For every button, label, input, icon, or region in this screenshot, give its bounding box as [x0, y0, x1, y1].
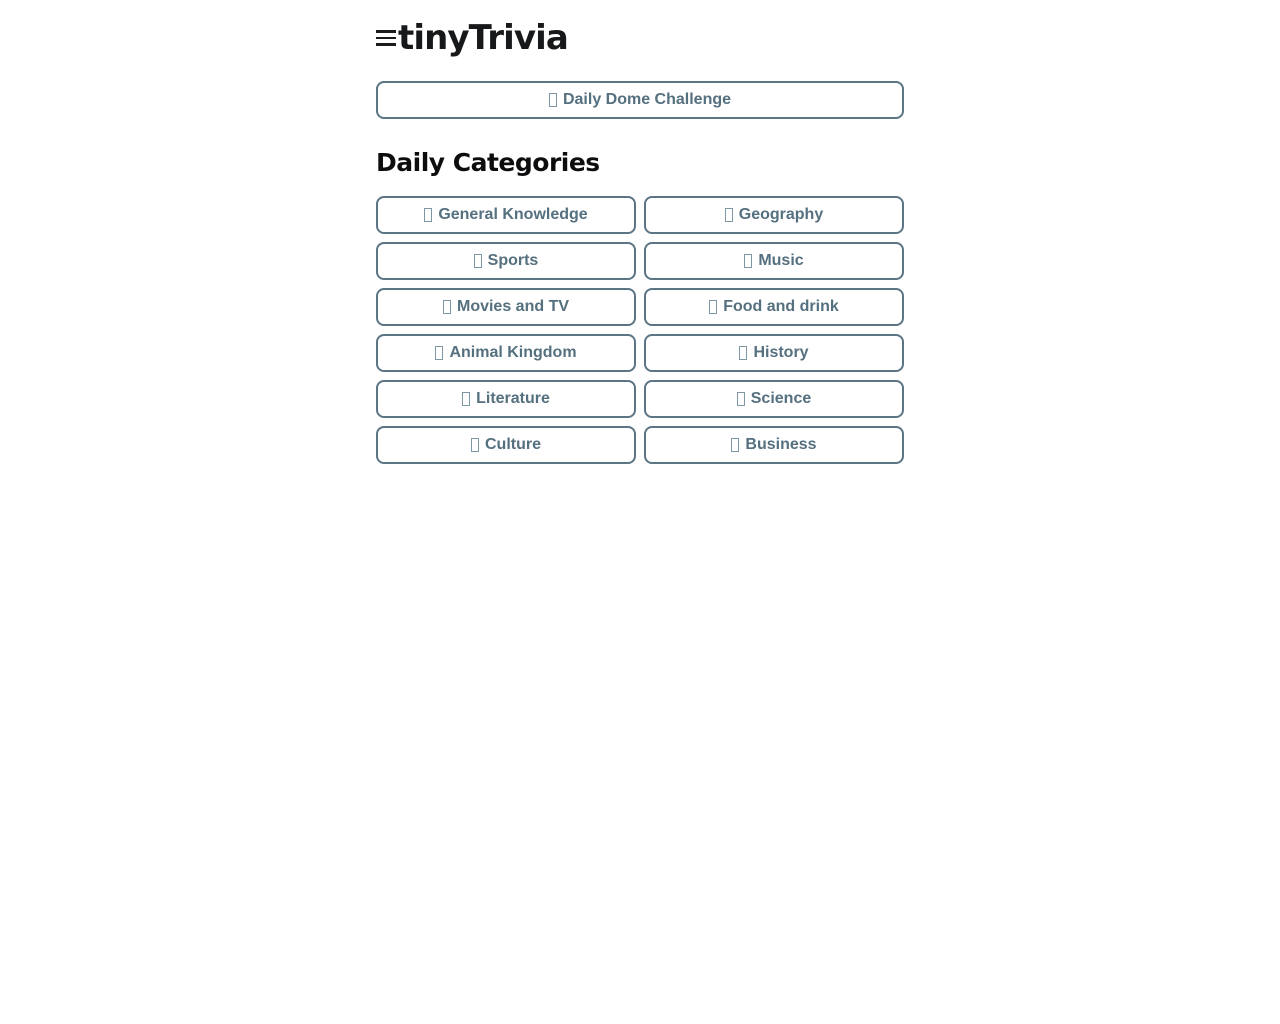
- missing-glyph-box-icon: [724, 208, 733, 222]
- missing-glyph-box-icon: [548, 93, 557, 107]
- category-label: Music: [758, 252, 804, 269]
- category-grid-cell: General Knowledge: [376, 196, 636, 234]
- category-button[interactable]: Culture: [376, 426, 636, 464]
- hamburger-bar: [376, 30, 396, 33]
- category-label: Culture: [485, 436, 541, 453]
- category-grid-cell: Sports: [376, 242, 636, 280]
- hamburger-bar: [376, 43, 396, 46]
- category-button[interactable]: Sports: [376, 242, 636, 280]
- category-button[interactable]: Movies and TV: [376, 288, 636, 326]
- page-title: Daily Categories: [376, 148, 600, 177]
- missing-glyph-box-icon: [739, 346, 748, 360]
- missing-glyph-box-icon: [473, 254, 482, 268]
- category-grid-cell: Movies and TV: [376, 288, 636, 326]
- category-button[interactable]: Science: [644, 380, 904, 418]
- brand-title: tinyTrivia: [398, 18, 569, 58]
- category-button[interactable]: Business: [644, 426, 904, 464]
- category-label: Business: [745, 436, 817, 453]
- missing-glyph-box-icon: [744, 254, 753, 268]
- category-grid-cell: Music: [644, 242, 904, 280]
- daily-dome-challenge-button[interactable]: Daily Dome Challenge: [376, 81, 904, 119]
- category-grid-cell: Literature: [376, 380, 636, 418]
- category-label: Animal Kingdom: [449, 344, 577, 361]
- category-button[interactable]: Animal Kingdom: [376, 334, 636, 372]
- category-grid-cell: Food and drink: [644, 288, 904, 326]
- content-container: tinyTrivia Daily Dome Challenge Daily Ca…: [376, 0, 904, 464]
- missing-glyph-box-icon: [731, 438, 740, 452]
- page-root: tinyTrivia Daily Dome Challenge Daily Ca…: [0, 0, 1280, 1024]
- category-label: Literature: [476, 390, 550, 407]
- missing-glyph-box-icon: [471, 438, 479, 452]
- category-label: Geography: [738, 206, 824, 223]
- hamburger-bar: [376, 36, 396, 40]
- daily-dome-challenge-wrapper: Daily Dome Challenge: [376, 81, 904, 119]
- category-grid-cell: History: [644, 334, 904, 372]
- category-button[interactable]: Literature: [376, 380, 636, 418]
- category-button[interactable]: Music: [644, 242, 904, 280]
- missing-glyph-box-icon: [442, 300, 451, 314]
- category-label: General Knowledge: [438, 206, 588, 223]
- missing-glyph-box-icon: [435, 346, 444, 360]
- category-grid-cell: Science: [644, 380, 904, 418]
- category-grid-cell: Business: [644, 426, 904, 464]
- category-label: Sports: [487, 252, 539, 269]
- category-grid-cell: Geography: [644, 196, 904, 234]
- hamburger-menu-icon[interactable]: [376, 25, 398, 51]
- missing-glyph-box-icon: [424, 208, 433, 222]
- missing-glyph-box-icon: [462, 392, 471, 406]
- category-button[interactable]: General Knowledge: [376, 196, 636, 234]
- category-grid-cell: Culture: [376, 426, 636, 464]
- category-label: Movies and TV: [456, 298, 570, 315]
- category-label: Science: [750, 390, 812, 407]
- missing-glyph-box-icon: [709, 300, 718, 314]
- daily-dome-challenge-label: Daily Dome Challenge: [562, 91, 732, 108]
- category-button[interactable]: Food and drink: [644, 288, 904, 326]
- category-label: Food and drink: [723, 298, 839, 315]
- missing-glyph-box-icon: [736, 392, 745, 406]
- category-grid-cell: Animal Kingdom: [376, 334, 636, 372]
- category-grid: General Knowledge Geography Sports Music Mov…: [376, 196, 904, 464]
- site-header: tinyTrivia: [376, 0, 904, 62]
- category-button[interactable]: Geography: [644, 196, 904, 234]
- category-label: History: [753, 344, 809, 361]
- category-button[interactable]: History: [644, 334, 904, 372]
